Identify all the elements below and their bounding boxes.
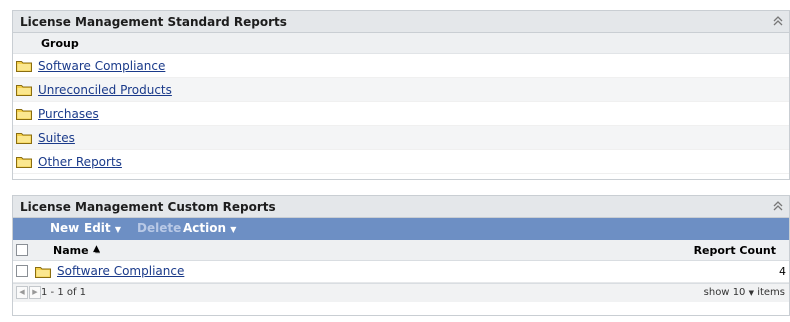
select-all-checkbox[interactable] [16,244,28,256]
page-next-icon[interactable]: ▶ [29,286,41,299]
items-label: items [757,287,785,298]
collapse-icon[interactable] [771,14,785,28]
group-header-label: Group [41,37,79,50]
collapse-icon[interactable] [771,199,785,213]
report-link-suites[interactable]: Suites [38,131,75,145]
page-size-value[interactable]: 10 [733,287,746,298]
name-column-header[interactable]: Name [53,244,89,257]
custom-reports-panel: License Management Custom Reports New Ed… [12,195,790,316]
page-prev-icon[interactable]: ◀ [16,286,28,299]
new-button[interactable]: New [50,221,79,235]
delete-button[interactable]: Delete [137,221,181,235]
page-size-control[interactable]: show 10 ▼ items [704,287,785,298]
custom-reports-title: License Management Custom Reports [20,200,276,214]
folder-icon [16,133,32,144]
standard-reports-title: License Management Standard Reports [20,15,287,29]
list-item: Unreconciled Products [13,78,789,102]
action-menu-button[interactable]: Action ▼ [183,221,236,235]
standard-reports-header: License Management Standard Reports [13,11,789,33]
edit-menu-button[interactable]: Edit ▼ [84,221,121,235]
list-item: Software Compliance [13,54,789,78]
report-link-purchases[interactable]: Purchases [38,107,99,121]
folder-icon [16,109,32,120]
folder-icon [16,157,32,168]
table-row: Software Compliance 4 [13,261,789,283]
list-item: Suites [13,126,789,150]
report-count-cell: 4 [779,265,786,278]
chevron-down-icon[interactable]: ▼ [749,289,754,297]
table-header: Name ▲̲ Report Count [13,240,789,261]
row-checkbox[interactable] [16,265,28,277]
custom-report-link-software-compliance[interactable]: Software Compliance [57,264,184,278]
report-link-software-compliance[interactable]: Software Compliance [38,59,165,73]
folder-icon [16,61,32,72]
edit-menu-label: Edit [84,221,111,235]
chevron-down-icon: ▼ [114,225,121,234]
sort-ascending-icon[interactable]: ▲̲ [93,244,100,254]
group-column-header: Group [13,33,789,54]
chevron-down-icon: ▼ [230,225,237,234]
report-link-other-reports[interactable]: Other Reports [38,155,122,169]
report-link-unreconciled-products[interactable]: Unreconciled Products [38,83,172,97]
show-label: show [703,287,730,298]
folder-icon [16,85,32,96]
folder-icon [35,267,51,278]
action-menu-label: Action [183,221,227,235]
custom-reports-toolbar: New Edit ▼ Delete Action ▼ [13,218,789,240]
standard-reports-panel: License Management Standard Reports Grou… [12,10,790,180]
list-item: Purchases [13,102,789,126]
page-range-text: 1 - 1 of 1 [41,287,87,298]
pagination-bar: ◀ ▶ 1 - 1 of 1 show 10 ▼ items [13,283,789,302]
list-item: Other Reports [13,150,789,174]
custom-reports-header: License Management Custom Reports [13,196,789,218]
report-count-column-header[interactable]: Report Count [694,244,776,257]
